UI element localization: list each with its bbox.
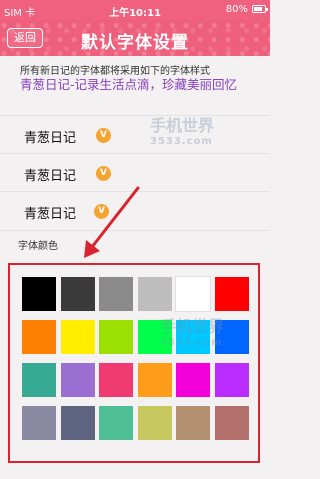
annotation-arrow <box>84 186 140 258</box>
